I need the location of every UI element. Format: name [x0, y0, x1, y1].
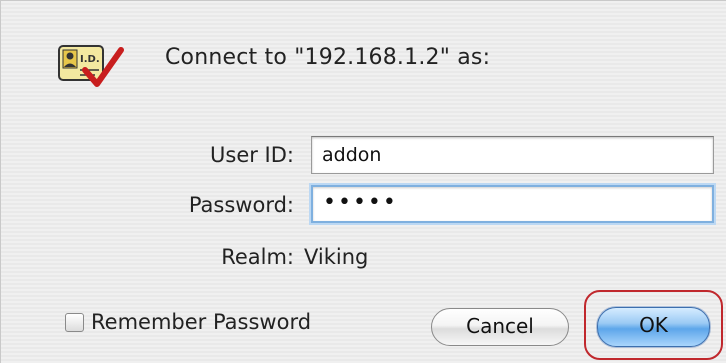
realm-value: Viking [304, 245, 369, 269]
ok-button[interactable]: OK [597, 307, 710, 347]
realm-label: Realm: [221, 245, 294, 269]
user-id-field[interactable] [311, 136, 714, 174]
id-card-check-icon: I.D. [58, 45, 124, 87]
password-field[interactable] [311, 185, 714, 223]
user-id-label: User ID: [210, 143, 294, 167]
connect-dialog: I.D. Connect to "192.168.1.2" as: User I… [0, 0, 726, 363]
password-label: Password: [188, 193, 294, 217]
remember-password-label[interactable]: Remember Password [91, 310, 311, 334]
cancel-button[interactable]: Cancel [431, 308, 569, 346]
id-icon-text: I.D. [80, 54, 100, 65]
remember-password-checkbox[interactable] [65, 313, 84, 332]
dialog-title: Connect to "192.168.1.2" as: [165, 45, 491, 70]
